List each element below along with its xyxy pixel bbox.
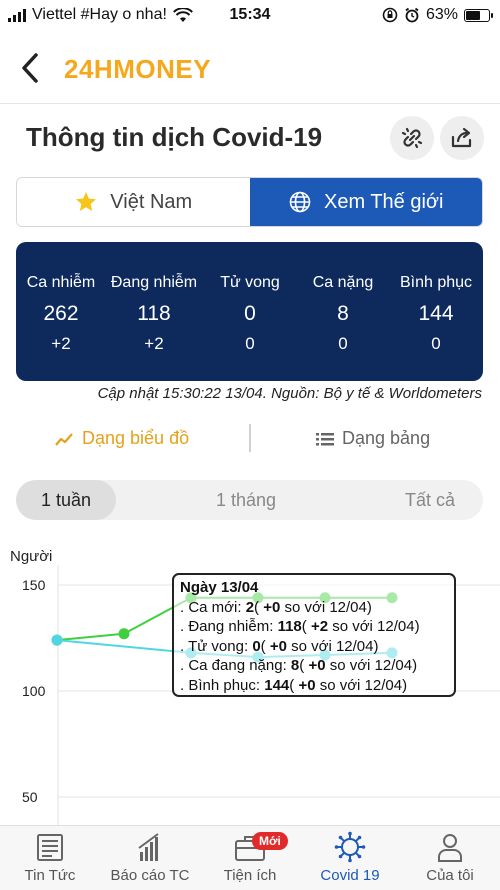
list-icon bbox=[316, 432, 334, 445]
nav-label: Báo cáo TC bbox=[110, 867, 190, 884]
stat-delta: 0 bbox=[338, 334, 348, 353]
user-icon bbox=[438, 834, 462, 862]
bar-chart-icon bbox=[138, 833, 159, 861]
nav-utilities[interactable]: Mới Tiện ích bbox=[200, 826, 300, 890]
stat-value: 262 bbox=[43, 302, 79, 325]
tooltip-line: . Ca mới: 2( +0 so với 12/04) bbox=[180, 598, 372, 616]
tab-chart-label: Dạng biểu đồ bbox=[82, 428, 190, 448]
nav-reports[interactable]: Báo cáo TC bbox=[100, 826, 200, 890]
period-1-month[interactable]: 1 tháng bbox=[216, 480, 276, 520]
tab-table-label: Dạng bảng bbox=[342, 428, 431, 448]
share-icon bbox=[451, 127, 472, 148]
battery-icon bbox=[464, 8, 493, 22]
status-bar: Viettel #Hay o nha! 15:34 63% bbox=[0, 0, 500, 34]
period-selector: 1 tuần 1 tháng Tất cả bbox=[16, 480, 483, 520]
globe-icon bbox=[289, 191, 311, 213]
update-note: Cập nhật 15:30:22 13/04. Nguồn: Bộ y tế … bbox=[97, 385, 482, 402]
y-tick-label: 100 bbox=[22, 683, 46, 699]
stat-delta: +2 bbox=[51, 334, 71, 353]
battery-percent: 63% bbox=[425, 6, 458, 23]
tab-world[interactable]: Xem Thế giới bbox=[249, 178, 482, 226]
app-header: 24HMONEY bbox=[0, 34, 500, 104]
star-icon bbox=[76, 192, 97, 211]
copy-link-button[interactable] bbox=[390, 116, 434, 160]
tooltip-line: . Ca đang nặng: 8( +0 so với 12/04) bbox=[180, 657, 418, 674]
chart-tooltip: Ngày 13/04 . Ca mới: 2( +0 so với 12/04)… bbox=[172, 573, 456, 697]
chevron-left-icon bbox=[22, 53, 38, 83]
stat-value: 144 bbox=[418, 302, 454, 325]
bottom-nav: Tin Tức Báo cáo TC Mới Tiện ích Covid 19… bbox=[0, 825, 500, 890]
stat-value: 0 bbox=[244, 302, 256, 325]
period-1-week[interactable]: 1 tuần bbox=[16, 480, 116, 520]
nav-label: Tiện ích bbox=[223, 867, 277, 884]
divider bbox=[249, 424, 251, 452]
stat-value: 118 bbox=[137, 302, 171, 325]
tab-table-view[interactable]: Dạng bảng bbox=[316, 428, 430, 449]
data-point bbox=[51, 634, 63, 646]
period-all[interactable]: Tất cả bbox=[405, 480, 455, 520]
nav-news[interactable]: Tin Tức bbox=[0, 826, 100, 890]
orientation-lock-icon bbox=[382, 7, 398, 23]
alarm-icon bbox=[405, 7, 419, 23]
newspaper-icon bbox=[37, 834, 63, 861]
tab-vietnam[interactable]: Việt Nam bbox=[17, 178, 250, 226]
nav-profile[interactable]: Của tôi bbox=[400, 826, 500, 890]
y-tick-label: 50 bbox=[22, 789, 38, 805]
nav-label: Tin Tức bbox=[24, 867, 76, 884]
link-icon bbox=[401, 127, 423, 149]
data-point bbox=[118, 628, 130, 640]
nav-label: Covid 19 bbox=[320, 867, 380, 884]
y-tick-label: 150 bbox=[22, 577, 46, 593]
new-badge: Mới bbox=[252, 832, 288, 850]
stat-value: 8 bbox=[337, 302, 349, 325]
region-toggle: Việt Nam Xem Thế giới bbox=[16, 177, 483, 227]
tab-vietnam-label: Việt Nam bbox=[110, 190, 193, 213]
line-chart-icon bbox=[55, 432, 73, 446]
stat-delta: 0 bbox=[245, 334, 255, 353]
nav-covid19[interactable]: Covid 19 bbox=[300, 826, 400, 890]
tab-chart-view[interactable]: Dạng biểu đồ bbox=[54, 428, 189, 449]
share-button[interactable] bbox=[440, 116, 484, 160]
stats-card: Ca nhiễm 262 +2 Đang nhiễm 118 +2 Tử von… bbox=[16, 242, 483, 381]
nav-label: Của tôi bbox=[426, 867, 474, 884]
tooltip-title: Ngày 13/04 bbox=[180, 579, 259, 596]
page-title: Thông tin dịch Covid-19 bbox=[26, 122, 323, 152]
back-button[interactable] bbox=[14, 48, 46, 88]
tab-world-label: Xem Thế giới bbox=[324, 190, 444, 213]
virus-icon bbox=[334, 831, 366, 863]
tooltip-line: . Tử vong: 0( +0 so với 12/04) bbox=[180, 637, 379, 655]
stat-delta: +2 bbox=[144, 334, 164, 353]
tooltip-line: . Đang nhiễm: 118( +2 so với 12/04) bbox=[180, 618, 420, 635]
tooltip-line: . Bình phục: 144( +0 so với 12/04) bbox=[180, 676, 408, 694]
app-logo: 24HMONEY bbox=[64, 54, 212, 84]
view-tabs: Dạng biểu đồ Dạng bảng bbox=[0, 420, 500, 460]
stat-label: Bình phục bbox=[399, 274, 473, 291]
stat-delta: 0 bbox=[431, 334, 441, 353]
